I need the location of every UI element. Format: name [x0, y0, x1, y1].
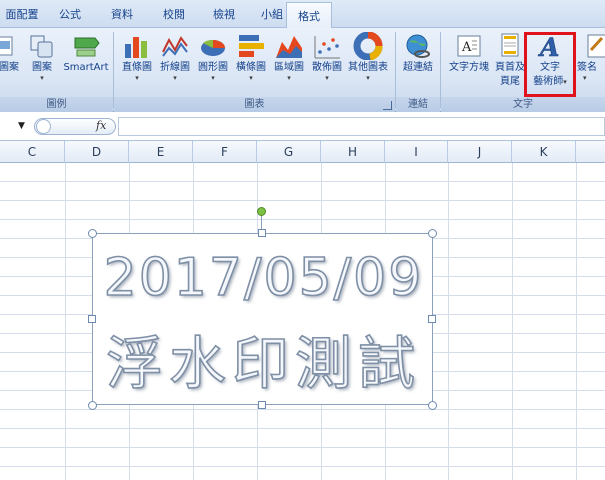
- ribbon: 圖案 圖案 ▾ SmartArt 圖例 直條圖 ▾ 折線圖 ▾ 圓形圖 ▾ 橫條…: [0, 28, 605, 112]
- chevron-down-icon: ▾: [40, 74, 44, 82]
- scatter-chart-icon: [312, 32, 342, 60]
- resize-handle-top-right[interactable]: [428, 229, 437, 238]
- name-box-dropdown-icon[interactable]: ▼: [18, 121, 25, 131]
- area-chart-button[interactable]: 區域圖 ▾: [270, 32, 308, 82]
- text-box-icon: A: [454, 32, 484, 60]
- chevron-down-icon: ▾: [249, 74, 253, 82]
- svg-text:A: A: [461, 40, 472, 55]
- bar-chart-icon: [236, 32, 266, 60]
- grid-line: [512, 163, 513, 480]
- group-text: A 文字方塊 頁首及 頁尾 A 文字 藝術師▾ 簽名 ▾ 文字: [441, 28, 605, 112]
- chevron-down-icon: ▾: [583, 74, 587, 82]
- dialog-launcher-icon[interactable]: [383, 101, 392, 110]
- signature-icon: [582, 32, 605, 60]
- line-chart-button[interactable]: 折線圖 ▾: [156, 32, 194, 82]
- header-footer-icon: [495, 32, 525, 60]
- chevron-down-icon: ▾: [366, 74, 370, 82]
- group-charts: 直條圖 ▾ 折線圖 ▾ 圓形圖 ▾ 橫條圖 ▾ 區域圖 ▾ 散佈圖 ▾ 其他圖表…: [114, 28, 395, 112]
- resize-handle-top-left[interactable]: [88, 229, 97, 238]
- shapes-icon: [27, 32, 57, 60]
- chevron-down-icon: ▾: [287, 74, 291, 82]
- grid-line: [0, 200, 605, 201]
- grid-line: [65, 163, 66, 480]
- tab-formulas[interactable]: 公式: [48, 0, 92, 28]
- formula-bar: ▼ fx: [0, 113, 605, 141]
- expand-formula-icon[interactable]: [36, 119, 51, 134]
- scatter-chart-button[interactable]: 散佈圖 ▾: [308, 32, 346, 82]
- column-chart-icon: [122, 32, 152, 60]
- rotation-handle[interactable]: [257, 207, 266, 216]
- picture-button[interactable]: 圖案: [0, 32, 22, 74]
- column-chart-button[interactable]: 直條圖 ▾: [118, 32, 156, 82]
- group-label: 圖例: [0, 97, 113, 112]
- globe-link-icon: [403, 32, 433, 60]
- resize-handle-bottom-right[interactable]: [428, 401, 437, 410]
- group-label: 文字: [441, 97, 605, 112]
- tab-format[interactable]: 格式: [286, 2, 332, 29]
- hyperlink-button[interactable]: 超連結: [398, 32, 438, 74]
- column-header-d[interactable]: D: [65, 141, 129, 163]
- chevron-down-icon: ▾: [211, 74, 215, 82]
- chevron-down-icon: ▾: [325, 74, 329, 82]
- pie-chart-button[interactable]: 圓形圖 ▾: [194, 32, 232, 82]
- column-header-i[interactable]: I: [385, 141, 448, 163]
- grid-line: [0, 466, 605, 467]
- column-header-j[interactable]: J: [448, 141, 512, 163]
- grid-line: [448, 163, 449, 480]
- column-header-g[interactable]: G: [257, 141, 321, 163]
- line-chart-icon: [160, 32, 190, 60]
- insert-function-icon[interactable]: fx: [96, 119, 106, 132]
- column-header-k[interactable]: K: [512, 141, 576, 163]
- chevron-down-icon: ▾: [135, 74, 139, 82]
- smartart-button[interactable]: SmartArt: [62, 32, 110, 74]
- column-headers: C D E F G H I J K: [0, 141, 605, 163]
- formula-input[interactable]: [118, 117, 605, 136]
- column-header-e[interactable]: E: [129, 141, 193, 163]
- grid-line: [0, 181, 605, 182]
- bar-chart-button[interactable]: 橫條圖 ▾: [232, 32, 270, 82]
- ribbon-tab-bar: 面配置 公式 資料 校閱 檢視 小組 格式: [0, 0, 605, 29]
- other-charts-button[interactable]: 其他圖表 ▾: [346, 31, 390, 82]
- grid-line: [0, 219, 605, 220]
- group-illustrations: 圖案 圖案 ▾ SmartArt 圖例: [0, 28, 113, 112]
- smartart-icon: [71, 32, 101, 60]
- group-label: 圖表: [114, 97, 395, 112]
- group-links: 超連結 連結: [396, 28, 440, 112]
- resize-handle-top[interactable]: [258, 229, 266, 237]
- resize-handle-right[interactable]: [428, 315, 436, 323]
- resize-handle-bottom[interactable]: [258, 401, 266, 409]
- wordart-highlight-box: [524, 32, 576, 97]
- header-footer-button[interactable]: 頁首及 頁尾: [493, 32, 527, 88]
- tab-view[interactable]: 檢視: [202, 0, 246, 28]
- tab-review[interactable]: 校閱: [152, 0, 196, 28]
- group-label: 連結: [396, 97, 440, 112]
- wordart-date-text[interactable]: 2017/05/09: [93, 247, 434, 309]
- picture-icon: [0, 32, 26, 60]
- grid-line: [576, 163, 577, 480]
- grid-line: [0, 447, 605, 448]
- chevron-down-icon: ▾: [173, 74, 177, 82]
- resize-handle-left[interactable]: [88, 315, 96, 323]
- doughnut-chart-icon: [353, 31, 383, 61]
- tab-data[interactable]: 資料: [100, 0, 144, 28]
- wordart-object[interactable]: 2017/05/09 浮水印測試: [92, 233, 433, 405]
- grid-line: [0, 428, 605, 429]
- pie-chart-icon: [198, 32, 228, 60]
- resize-handle-bottom-left[interactable]: [88, 401, 97, 410]
- column-header-c[interactable]: C: [0, 141, 65, 163]
- signature-line-button[interactable]: 簽名 ▾: [577, 32, 605, 82]
- wordart-watermark-text[interactable]: 浮水印測試: [93, 318, 434, 400]
- tab-page-layout[interactable]: 面配置: [0, 0, 44, 28]
- area-chart-icon: [274, 32, 304, 60]
- shapes-button[interactable]: 圖案 ▾: [26, 32, 58, 82]
- text-box-button[interactable]: A 文字方塊: [445, 32, 493, 74]
- column-header-h[interactable]: H: [321, 141, 385, 163]
- column-header-f[interactable]: F: [193, 141, 257, 163]
